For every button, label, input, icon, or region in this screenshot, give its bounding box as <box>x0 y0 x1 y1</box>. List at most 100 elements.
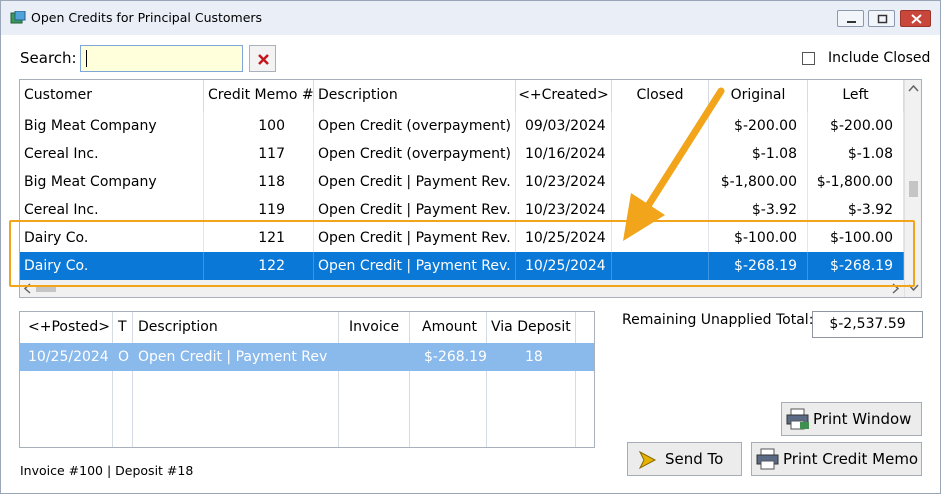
send-arrow-icon <box>638 450 657 470</box>
maximize-icon <box>877 14 888 24</box>
clear-x-icon <box>258 54 269 65</box>
cell-left: $-1.08 <box>808 140 904 168</box>
cell-created: 10/25/2024 <box>516 252 612 280</box>
text-cursor <box>86 50 87 67</box>
table-row[interactable]: Big Meat Company 100 Open Credit (overpa… <box>20 112 904 140</box>
table-row[interactable]: Cereal Inc. 117 Open Credit (overpayment… <box>20 140 904 168</box>
col-original[interactable]: Original <box>709 80 808 112</box>
cell-description: Open Credit (overpayment) <box>314 112 516 140</box>
cell-closed <box>612 196 709 224</box>
col-customer[interactable]: Customer <box>20 80 204 112</box>
cell-customer: Cereal Inc. <box>20 196 204 224</box>
scroll-left-icon <box>23 283 31 294</box>
include-closed-label[interactable]: Include Closed <box>828 50 930 66</box>
detail-col-posted[interactable]: <+Posted> <box>28 312 110 342</box>
print-credit-memo-label: Print Credit Memo <box>783 450 919 468</box>
cell-description: Open Credit (overpayment) <box>314 140 516 168</box>
close-button[interactable] <box>900 10 931 27</box>
detail-col-description[interactable]: Description <box>138 312 218 342</box>
col-closed[interactable]: Closed <box>612 80 709 112</box>
cell-customer: Big Meat Company <box>20 168 204 196</box>
horizontal-scroll-thumb[interactable] <box>36 286 56 292</box>
cell-description: Open Credit | Payment Rev. <box>314 224 516 252</box>
col-created[interactable]: <+Created> <box>516 80 612 112</box>
credits-grid[interactable]: Customer Credit Memo # Description <+Cre… <box>19 79 922 298</box>
table-row[interactable]: Cereal Inc. 119 Open Credit | Payment Re… <box>20 196 904 224</box>
minimize-button[interactable] <box>837 10 864 27</box>
cell-left: $-3.92 <box>808 196 904 224</box>
col-description[interactable]: Description <box>314 80 516 112</box>
cell-customer: Dairy Co. <box>20 252 204 280</box>
search-input[interactable] <box>80 45 243 72</box>
cell-original: $-1.08 <box>709 140 808 168</box>
cell-memo: 118 <box>204 168 314 196</box>
cell-memo: 122 <box>204 252 314 280</box>
cell-memo: 121 <box>204 224 314 252</box>
scroll-right-icon <box>892 283 900 294</box>
send-to-button[interactable]: Send To <box>627 442 742 476</box>
clear-search-button[interactable] <box>249 45 276 72</box>
cell-original: $-200.00 <box>709 112 808 140</box>
cell-original: $-100.00 <box>709 224 808 252</box>
main-window: Open Credits for Principal Customers Sea… <box>0 0 941 494</box>
cell-left: $-100.00 <box>808 224 904 252</box>
detail-row-selected[interactable]: 10/25/2024 O Open Credit | Payment Rev $… <box>20 343 594 371</box>
detail-col-invoice[interactable]: Invoice <box>349 312 399 342</box>
cell-description: Open Credit | Payment Rev. <box>314 196 516 224</box>
minimize-icon <box>847 21 856 23</box>
cell-closed <box>612 168 709 196</box>
cell-memo: 100 <box>204 112 314 140</box>
credits-grid-header: Customer Credit Memo # Description <+Cre… <box>20 80 904 112</box>
cell-amount: $-268.19 <box>424 349 487 365</box>
remaining-total-value: $-2,537.59 <box>812 311 923 338</box>
status-text: Invoice #100 | Deposit #18 <box>20 463 194 478</box>
detail-col-amount[interactable]: Amount <box>422 312 477 342</box>
window-title: Open Credits for Principal Customers <box>31 10 263 25</box>
cell-description: Open Credit | Payment Rev <box>138 349 328 365</box>
table-row[interactable]: Dairy Co. 121 Open Credit | Payment Rev.… <box>20 224 904 252</box>
cell-left: $-200.00 <box>808 112 904 140</box>
cell-closed <box>612 252 709 280</box>
scroll-up-icon <box>908 84 919 92</box>
cell-closed <box>612 112 709 140</box>
horizontal-scrollbar[interactable] <box>20 280 904 297</box>
cell-left: $-1,800.00 <box>808 168 904 196</box>
vertical-scrollbar[interactable] <box>904 80 921 297</box>
vertical-scroll-thumb[interactable] <box>909 181 918 197</box>
detail-col-type[interactable]: T <box>118 312 127 342</box>
cell-type: O <box>118 349 130 365</box>
scroll-down-icon <box>908 284 919 292</box>
cell-original: $-268.19 <box>709 252 808 280</box>
title-bar: Open Credits for Principal Customers <box>1 1 940 35</box>
cell-customer: Dairy Co. <box>20 224 204 252</box>
cell-description: Open Credit | Payment Rev. <box>314 252 516 280</box>
cell-memo: 117 <box>204 140 314 168</box>
print-window-label: Print Window <box>813 410 912 428</box>
print-credit-memo-button[interactable]: Print Credit Memo <box>751 442 922 476</box>
detail-col-via-deposit[interactable]: Via Deposit <box>491 312 571 342</box>
cell-created: 09/03/2024 <box>516 112 612 140</box>
col-left[interactable]: Left <box>808 80 904 112</box>
cell-closed <box>612 140 709 168</box>
maximize-button[interactable] <box>868 10 895 27</box>
col-credit-memo[interactable]: Credit Memo # <box>204 80 314 112</box>
include-closed-checkbox[interactable] <box>802 52 815 65</box>
table-row-selected[interactable]: Dairy Co. 122 Open Credit | Payment Rev.… <box>20 252 904 280</box>
cell-created: 10/23/2024 <box>516 196 612 224</box>
close-icon <box>911 14 922 24</box>
cell-description: Open Credit | Payment Rev. <box>314 168 516 196</box>
printer-icon <box>756 448 779 470</box>
cell-original: $-3.92 <box>709 196 808 224</box>
app-icon <box>10 11 26 24</box>
cell-created: 10/23/2024 <box>516 168 612 196</box>
print-window-button[interactable]: Print Window <box>781 402 922 436</box>
printer-icon <box>786 408 809 430</box>
cell-original: $-1,800.00 <box>709 168 808 196</box>
cell-posted: 10/25/2024 <box>28 349 109 365</box>
cell-created: 10/25/2024 <box>516 224 612 252</box>
detail-grid[interactable]: <+Posted> T Description Invoice Amount V… <box>19 311 595 448</box>
cell-memo: 119 <box>204 196 314 224</box>
table-row[interactable]: Big Meat Company 118 Open Credit | Payme… <box>20 168 904 196</box>
cell-created: 10/16/2024 <box>516 140 612 168</box>
cell-closed <box>612 224 709 252</box>
